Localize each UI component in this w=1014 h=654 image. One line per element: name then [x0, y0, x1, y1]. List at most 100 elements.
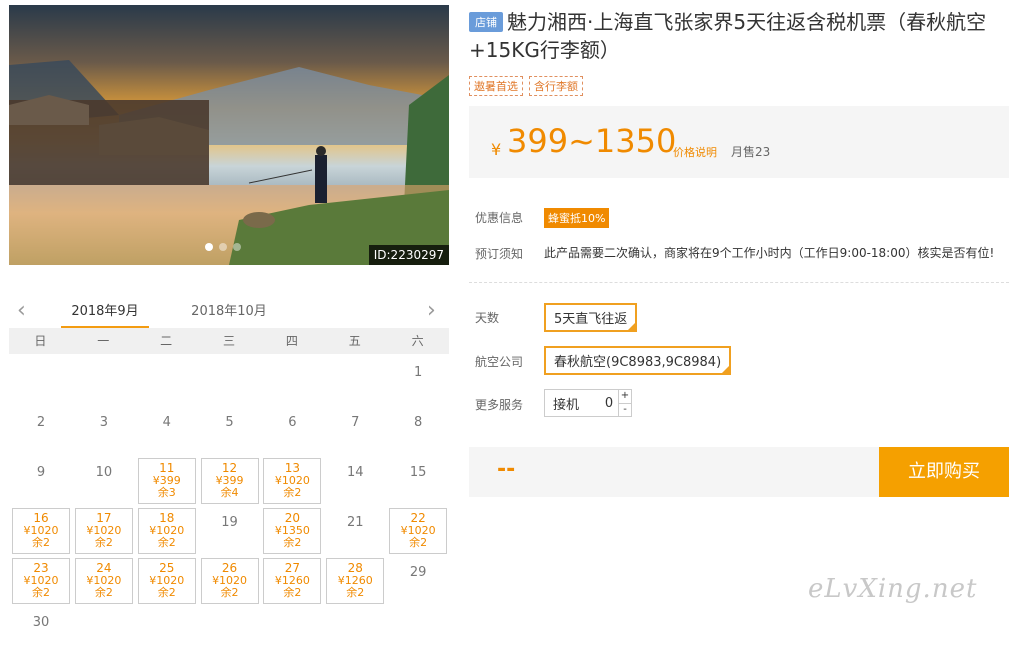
day-number: 8	[414, 415, 423, 430]
day-number: 2	[36, 415, 46, 430]
airline-option-selected[interactable]: 春秋航空(9C8983,9C8984)	[544, 346, 732, 375]
day-number: 5	[225, 415, 234, 430]
tag: 遨暑首选	[469, 76, 523, 96]
calendar-day-available[interactable]: 18 ¥1020 余2	[137, 508, 196, 554]
calendar-day-available[interactable]: 20 ¥1350 余2	[263, 508, 322, 554]
site-watermark: eLvXing.net	[808, 574, 978, 604]
days-label: 天数	[475, 311, 500, 325]
day-number: 3	[99, 415, 108, 430]
day-number: 10	[95, 465, 113, 480]
price-range: 399~1350	[507, 122, 677, 160]
tab-month-sep[interactable]: 2018年9月	[61, 300, 149, 329]
calendar-day: 30	[12, 608, 70, 654]
service-name: 接机	[553, 397, 580, 413]
day-stock: 余2	[346, 586, 365, 599]
day-stock: 余2	[32, 586, 50, 599]
weekday-label: 六	[411, 334, 424, 348]
price-box: ¥ 399~1350 价格说明 月售23	[469, 106, 1009, 178]
tab-month-oct[interactable]: 2018年10月	[181, 300, 277, 319]
calendar-day-available[interactable]: 17 ¥1020 余2	[74, 508, 133, 554]
booking-notice: 此产品需要二次确认，商家将在9个工作小时内（工作日9:00-18:00）核实是否…	[544, 246, 995, 260]
day-stock: 余2	[157, 536, 176, 549]
calendar-day-available[interactable]: 27 ¥1260 余2	[263, 558, 322, 604]
day-stock: 余2	[94, 586, 113, 599]
carousel-dot[interactable]	[219, 243, 227, 251]
calendar-day: 1	[389, 358, 447, 404]
calendar-day-available[interactable]: 23 ¥1020 余2	[12, 558, 70, 604]
day-stock: 余2	[94, 536, 113, 549]
calendar-day-available[interactable]: 22 ¥1020 余2	[389, 508, 448, 554]
price-note-link[interactable]: 价格说明	[673, 144, 717, 160]
calendar-day: 4	[138, 408, 196, 454]
calendar-day-available[interactable]: 28 ¥1260 余2	[326, 558, 385, 604]
day-stock: 余2	[157, 586, 176, 599]
day-number: 7	[351, 415, 360, 430]
calendar-day: 5	[201, 408, 259, 454]
pickup-quantity-stepper[interactable]: 接机 0 + -	[544, 389, 632, 417]
promo-badge: 蜂蜜抵10%	[544, 208, 610, 228]
divider	[469, 282, 1009, 283]
calendar-day: 15	[389, 458, 447, 504]
currency-symbol: ¥	[491, 140, 502, 159]
calendar-day: 14	[326, 458, 384, 504]
day-stock: 余2	[283, 486, 302, 499]
calendar-day-available[interactable]: 13 ¥1020 余2	[263, 458, 322, 504]
total-bar: --	[469, 447, 879, 497]
calendar-day: 9	[12, 458, 70, 504]
day-stock: 余2	[409, 536, 428, 549]
carousel-dot[interactable]	[205, 243, 213, 251]
day-number: 4	[162, 415, 171, 430]
carousel-dot[interactable]	[233, 243, 241, 251]
day-stock: 余2	[220, 586, 239, 599]
day-number: 29	[409, 565, 427, 580]
days-option-selected[interactable]: 5天直飞往返	[544, 303, 638, 332]
decrement-button[interactable]: -	[619, 404, 631, 417]
weekday-label: 二	[160, 334, 173, 348]
airline-label: 航空公司	[475, 355, 524, 369]
day-stock: 余2	[283, 586, 302, 599]
carousel-dots	[205, 243, 241, 251]
quantity-value[interactable]: 0	[601, 396, 617, 411]
day-number: 19	[221, 515, 238, 530]
prev-month-arrow-icon[interactable]: ‹	[17, 298, 26, 323]
day-number: 6	[288, 415, 297, 430]
shop-badge[interactable]: 店铺	[469, 12, 503, 32]
day-number: 15	[409, 465, 427, 480]
day-number: 1	[414, 365, 423, 380]
calendar-day: 19	[201, 508, 259, 554]
notice-label: 预订须知	[475, 247, 524, 261]
landscape-illustration	[9, 60, 449, 265]
calendar-day: 8	[389, 408, 447, 454]
day-stock: 余3	[157, 486, 176, 499]
calendar-day-available[interactable]: 26 ¥1020 余2	[200, 558, 259, 604]
calendar-day: 6	[263, 408, 321, 454]
calendar-day-available[interactable]: 25 ¥1020 余2	[137, 558, 196, 604]
calendar-day-available[interactable]: 12 ¥399 余4	[200, 458, 259, 504]
calendar-day: 10	[75, 458, 133, 504]
tag: 含行李额	[529, 76, 583, 96]
calendar-day-available[interactable]: 16 ¥1020 余2	[12, 508, 70, 554]
day-stock: 余2	[283, 536, 302, 549]
weekday-header: 日 一 二 三 四 五 六	[9, 328, 449, 354]
product-title: 魅力湘西·上海直飞张家界5天往返含税机票（春秋航空+15KG行李额）	[469, 10, 987, 62]
total-price: --	[497, 457, 516, 482]
calendar-day: 29	[389, 558, 447, 604]
product-photo[interactable]: ID:2230297	[9, 5, 449, 265]
day-stock: 余4	[220, 486, 239, 499]
calendar-day-available[interactable]: 24 ¥1020 余2	[74, 558, 133, 604]
weekday-label: 三	[223, 334, 236, 348]
day-number: 9	[36, 465, 46, 480]
weekday-label: 一	[97, 334, 110, 348]
calendar-day-available[interactable]: 11 ¥399 余3	[137, 458, 196, 504]
calendar-day: 3	[75, 408, 133, 454]
calendar-day: 21	[326, 508, 384, 554]
increment-button[interactable]: +	[619, 390, 631, 404]
weekday-label: 四	[285, 334, 298, 348]
photo-id-label: ID:2230297	[368, 245, 449, 265]
product-title-block: 店铺 魅力湘西·上海直飞张家界5天往返含税机票（春秋航空+15KG行李额）	[469, 8, 1009, 64]
calendar-day: 7	[326, 408, 384, 454]
buy-now-button[interactable]: 立即购买	[879, 447, 1009, 497]
next-month-arrow-icon[interactable]: ›	[427, 298, 436, 323]
service-label: 更多服务	[475, 398, 524, 412]
day-stock: 余2	[32, 536, 50, 549]
